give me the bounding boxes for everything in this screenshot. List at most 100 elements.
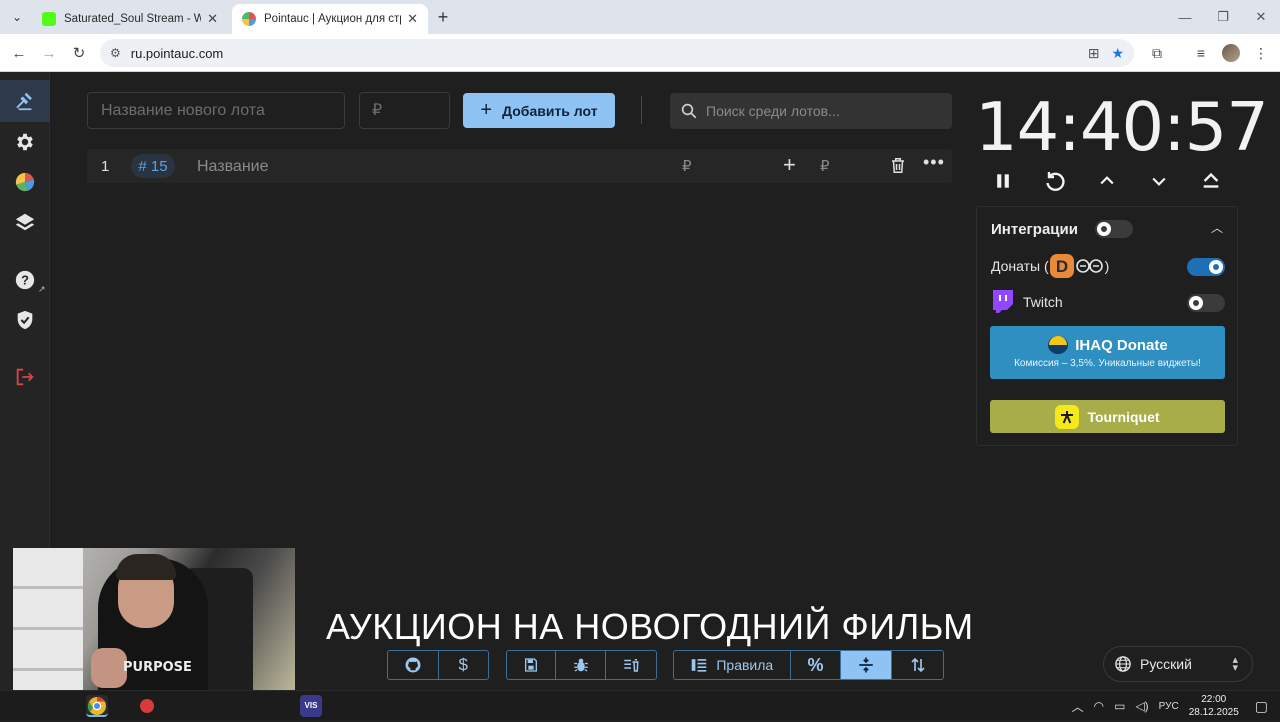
sidebar-item-verified[interactable]	[13, 308, 37, 332]
eject-up-icon	[1203, 172, 1219, 188]
shield-check-icon	[17, 310, 33, 330]
close-icon[interactable]: ✕	[207, 11, 218, 27]
svg-text:?: ?	[21, 273, 29, 288]
sidebar-item-logout[interactable]	[13, 365, 37, 389]
taskbar-clock[interactable]: 22:00 28.12.2025	[1189, 693, 1239, 719]
clear-list-icon	[624, 659, 639, 672]
add-amount-button[interactable]: +	[783, 152, 796, 178]
links-group: $	[387, 650, 489, 680]
toggle-knob	[1189, 296, 1203, 310]
taskbar-app-chrome[interactable]	[86, 695, 108, 717]
pause-icon	[997, 174, 1009, 188]
delete-lot-button[interactable]	[889, 156, 907, 180]
new-lot-amount-input[interactable]	[359, 92, 450, 129]
external-link-icon: ↗	[38, 284, 46, 294]
github-button[interactable]	[388, 651, 439, 679]
keyboard-language[interactable]: РУС	[1159, 701, 1179, 712]
wifi-icon[interactable]: ◠	[1094, 699, 1104, 713]
twitch-label: Twitch	[1023, 294, 1063, 310]
browser-address-bar: ← → ↻ ⚙ ru.pointauc.com ⊞ ★ ⧉ ≡ ⋮	[0, 34, 1280, 72]
profile-avatar[interactable]	[1220, 42, 1242, 64]
toggle-knob	[1209, 260, 1223, 274]
tourniquet-button[interactable]: Tourniquet	[990, 400, 1225, 433]
translate-icon[interactable]: ⊞	[1088, 45, 1100, 62]
sidebar-item-wheel[interactable]	[13, 170, 37, 194]
subtract-time-button[interactable]	[1146, 168, 1172, 194]
clear-lots-button[interactable]	[606, 651, 656, 679]
donations-row: Донаты ( D )	[991, 253, 1109, 279]
chevron-down-icon: ⌄	[11, 10, 23, 24]
lot-search[interactable]	[670, 93, 952, 129]
twitch-toggle[interactable]	[1187, 294, 1225, 312]
extensions-icon[interactable]: ⧉	[1146, 42, 1168, 64]
more-options-icon[interactable]: •••	[923, 152, 945, 173]
compact-view-button[interactable]	[841, 651, 893, 679]
donate-dollar-button[interactable]: $	[439, 651, 489, 679]
media-controls-icon[interactable]: ≡	[1190, 42, 1212, 64]
donations-toggle[interactable]	[1187, 258, 1225, 276]
search-input[interactable]	[706, 103, 946, 119]
language-select[interactable]: Русский ▴ ▾	[1103, 646, 1253, 682]
avatar	[1222, 44, 1240, 62]
lot-row: 1 # 15 Название ₽ + ₽ •••	[87, 149, 952, 183]
maximize-button[interactable]: ❐	[1204, 0, 1242, 34]
report-bug-button[interactable]	[556, 651, 606, 679]
reset-timer-button[interactable]	[1042, 168, 1068, 194]
sort-arrows-icon	[911, 657, 925, 673]
tab-search-button[interactable]: ⌄	[6, 6, 28, 28]
sidebar-item-layers[interactable]	[13, 210, 37, 234]
site-info-icon[interactable]: ⚙	[110, 46, 121, 60]
close-icon[interactable]: ✕	[407, 11, 418, 27]
auction-timer: 14:40:57	[975, 88, 1269, 166]
notifications-icon[interactable]: ▢	[1255, 698, 1268, 715]
lot-add-amount-field[interactable]: ₽	[820, 157, 830, 175]
minimize-button[interactable]: —	[1166, 0, 1204, 34]
donations-label: Донаты (	[991, 258, 1049, 274]
timer-controls	[984, 168, 1230, 194]
browser-tab-pointauc[interactable]: Pointauc | Аукцион для стриме ✕	[232, 4, 428, 34]
new-lot-name-input[interactable]	[87, 92, 345, 129]
chevron-up-icon[interactable]: ︿	[1211, 219, 1223, 236]
twitch-icon	[993, 290, 1013, 313]
percent-button[interactable]: %	[791, 651, 842, 679]
volume-icon[interactable]: ◁)	[1135, 699, 1148, 713]
webcam-hand	[91, 648, 127, 688]
tourniquet-logo-icon	[1055, 404, 1080, 429]
webcam-shirt-text: PURPOSE	[123, 660, 192, 675]
sort-button[interactable]	[892, 651, 943, 679]
add-time-button[interactable]	[1094, 168, 1120, 194]
double-time-button[interactable]	[1198, 168, 1224, 194]
taskbar-app-vis[interactable]: VIS	[300, 695, 322, 717]
lot-title-input[interactable]: Название	[197, 158, 269, 176]
url-bar[interactable]: ⚙ ru.pointauc.com ⊞ ★	[100, 39, 1134, 67]
new-tab-button[interactable]: +	[432, 6, 454, 28]
lot-id-badge[interactable]: # 15	[131, 154, 175, 178]
ihaq-donate-button[interactable]: IHAQ Donate Комиссия – 3,5%. Уникальные …	[990, 326, 1225, 379]
forward-button[interactable]: →	[38, 42, 60, 64]
pause-button[interactable]	[990, 168, 1016, 194]
battery-icon[interactable]: ▭	[1114, 699, 1125, 713]
svg-text:D: D	[1056, 257, 1068, 276]
twitch-row: Twitch	[991, 289, 1063, 315]
lot-amount-field[interactable]: ₽	[682, 157, 692, 175]
bookmark-star-icon[interactable]: ★	[1111, 45, 1124, 62]
browser-menu-icon[interactable]: ⋮	[1250, 42, 1272, 64]
add-lot-button[interactable]: + Добавить лот	[463, 93, 615, 128]
chrome-icon	[87, 697, 106, 715]
browser-tab-kick[interactable]: Saturated_Soul Stream - Watch ✕	[32, 4, 228, 34]
window-close-button[interactable]: ✕	[1242, 0, 1280, 34]
donatepay-logo-icon: D	[1049, 253, 1105, 279]
tray-chevron-up-icon[interactable]: ︿	[1072, 698, 1084, 715]
back-button[interactable]: ←	[8, 42, 30, 64]
globe-icon	[1115, 656, 1131, 672]
save-button[interactable]	[507, 651, 557, 679]
sidebar-item-settings[interactable]	[13, 130, 37, 154]
integrations-toggle[interactable]	[1095, 220, 1133, 238]
rules-button[interactable]: Правила	[674, 651, 791, 679]
layers-icon	[15, 213, 35, 231]
gavel-icon	[16, 92, 32, 111]
taskbar-app-red[interactable]	[136, 695, 158, 717]
sidebar-item-auction[interactable]	[0, 80, 50, 122]
reload-button[interactable]: ↻	[68, 42, 90, 64]
sidebar-item-help[interactable]: ?	[13, 268, 37, 292]
